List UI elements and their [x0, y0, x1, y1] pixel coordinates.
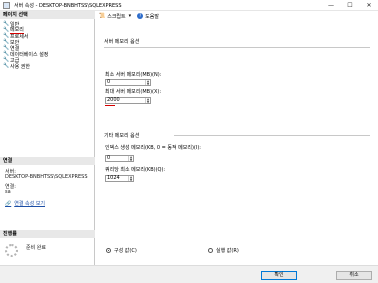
help-icon: ?: [137, 13, 144, 19]
ok-button[interactable]: 확인: [261, 271, 297, 280]
configured-values-radio[interactable]: 구성 값(C): [106, 247, 137, 254]
maximize-button[interactable]: ☐: [342, 0, 358, 11]
spin-arrows-icon[interactable]: ▲ ▼: [145, 80, 150, 85]
min-query-memory-stepper[interactable]: 1024 ▲ ▼: [105, 175, 134, 182]
app-icon: [3, 2, 10, 9]
radio-selected-icon: [106, 248, 111, 253]
page-item-permissions[interactable]: 🔧 사용 권한: [3, 63, 30, 70]
server-value: DESKTOP-BNBHTSS\SQLEXPRESS: [5, 174, 88, 180]
connection-value: sa: [5, 189, 11, 195]
other-memory-group-title: 기타 메모리 옵션: [104, 133, 140, 139]
close-button[interactable]: ✕: [361, 0, 377, 11]
min-server-memory-stepper[interactable]: 0 ▲ ▼: [105, 79, 151, 86]
index-creation-memory-label: 인덱스 생성 메모리(KB, 0 = 동적 메모리)(I):: [105, 145, 201, 151]
connection-icon: 🔗: [5, 200, 12, 207]
min-server-memory-label: 최소 서버 메모리(MB)(N):: [105, 72, 162, 78]
server-memory-group-title: 서버 메모리 옵션: [104, 39, 140, 45]
spin-arrows-icon[interactable]: ▲ ▼: [145, 98, 150, 103]
cancel-button[interactable]: 취소: [336, 271, 372, 280]
spin-arrows-icon[interactable]: ▲ ▼: [128, 156, 133, 161]
min-query-memory-label: 쿼리당 최소 메모리(KB)(Q):: [105, 167, 166, 173]
group-divider: [104, 47, 370, 48]
help-button[interactable]: ? 도움말: [137, 13, 159, 20]
pages-header: 페이지 선택: [0, 11, 95, 19]
group-divider: [174, 135, 370, 136]
window-title: 서버 속성 - DESKTOP-BNBHTSS\SQLEXPRESS: [14, 3, 122, 9]
max-server-memory-label: 최대 서버 메모리(MB)(X):: [105, 89, 162, 95]
progress-header: 진행률: [0, 230, 95, 238]
chevron-down-icon: ▾: [128, 13, 132, 19]
connection-header: 연결: [0, 157, 95, 165]
spin-arrows-icon[interactable]: ▲ ▼: [128, 176, 133, 181]
radio-unselected-icon: [208, 248, 213, 253]
view-connection-properties-link[interactable]: 🔗 연결 속성 보기: [5, 200, 45, 208]
progress-status: 준비 완료: [26, 245, 46, 251]
wrench-icon: 🔧: [3, 63, 10, 69]
left-panel: 페이지 선택 🔧 일반 🔧 메모리 🔧 프로세서 🔧 보안 🔧 연결 🔧 데이터베이스 설정…: [0, 11, 95, 265]
red-underline: [105, 105, 115, 106]
title-bar: 서버 속성 - DESKTOP-BNBHTSS\SQLEXPRESS — ☐ ✕: [0, 0, 378, 11]
progress-icon: [5, 244, 18, 257]
dialog-footer: 확인 취소: [0, 265, 378, 283]
minimize-button[interactable]: —: [323, 0, 339, 11]
max-server-memory-stepper[interactable]: 2000 ▲ ▼: [105, 97, 151, 104]
index-creation-memory-stepper[interactable]: 0 ▲ ▼: [105, 155, 134, 162]
script-button[interactable]: 📜 스크립트 ▾: [99, 13, 131, 20]
content-panel: 📜 스크립트 ▾ ? 도움말 서버 메모리 옵션 최소 서버 메모리(MB)(N…: [96, 11, 378, 265]
script-icon: 📜: [99, 13, 106, 19]
running-values-radio[interactable]: 실행 값(R): [208, 247, 239, 254]
toolbar: 📜 스크립트 ▾ ? 도움말: [96, 11, 378, 21]
